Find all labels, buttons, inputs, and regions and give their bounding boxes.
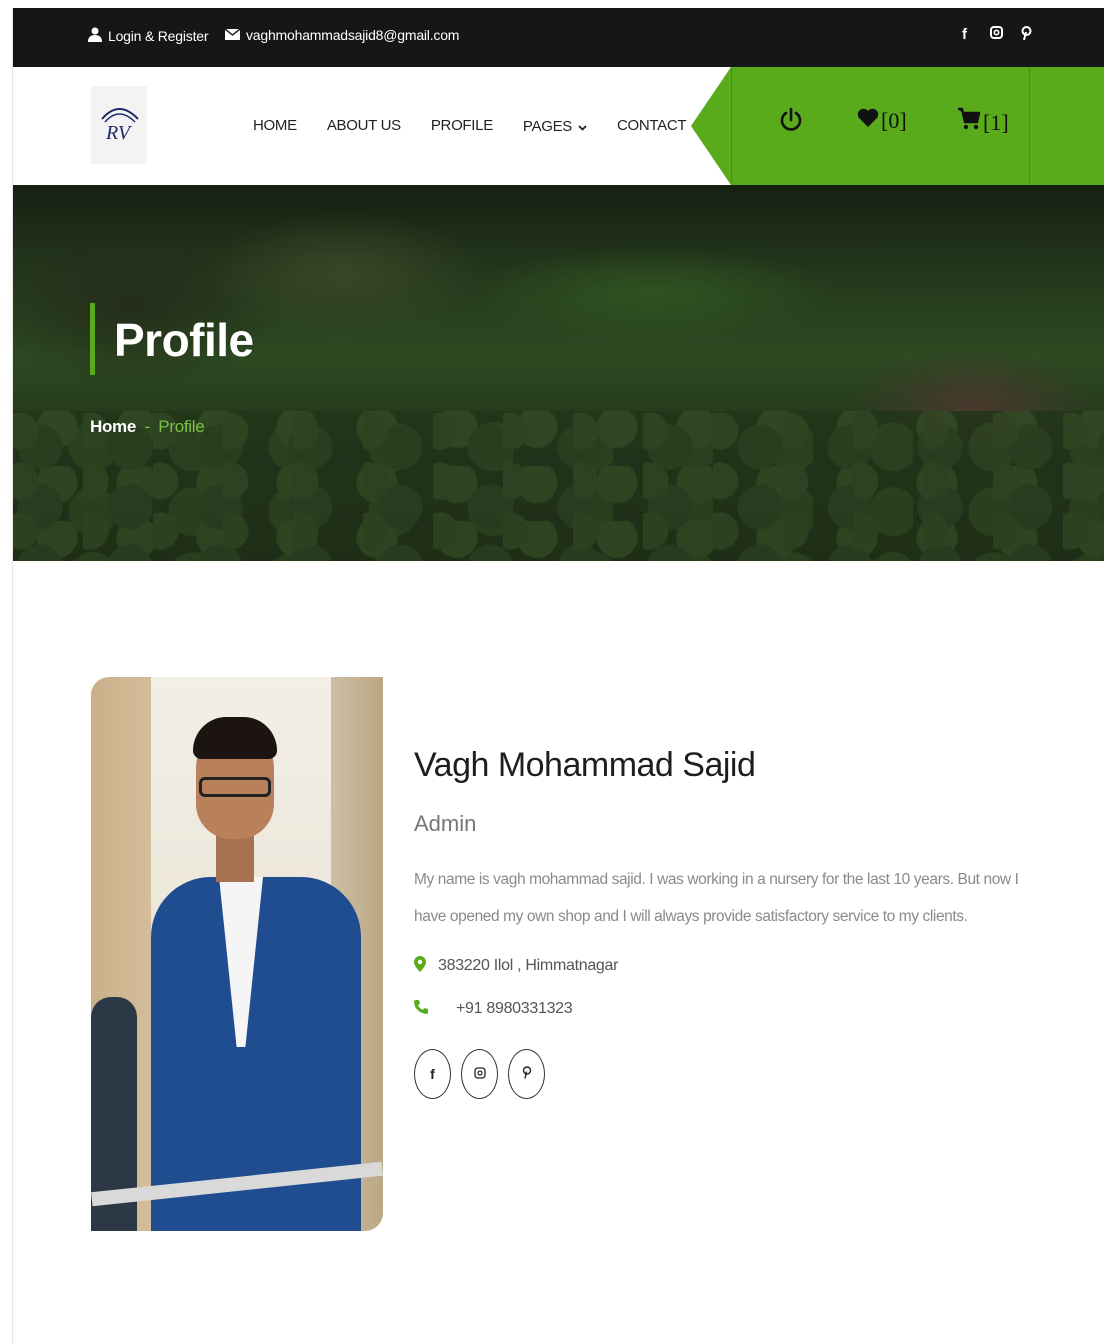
- nav-home[interactable]: HOME: [253, 115, 297, 135]
- top-bar: Login & Register vaghmohammadsajid8@gmai…: [13, 8, 1104, 67]
- profile-pinterest-button[interactable]: [508, 1049, 545, 1099]
- nav-menu: HOME ABOUT US PROFILE PAGES CONTACT: [253, 115, 716, 136]
- breadcrumb-current: Profile: [158, 417, 205, 436]
- nav-about-us[interactable]: ABOUT US: [327, 115, 401, 135]
- instagram-icon: [473, 1066, 486, 1082]
- pinterest-icon[interactable]: [1021, 26, 1032, 45]
- title-accent-bar: [90, 303, 95, 375]
- logout-button[interactable]: [779, 107, 803, 140]
- profile-name: Vagh Mohammad Sajid: [414, 746, 756, 784]
- logo-text: RV: [105, 122, 133, 144]
- chevron-down-icon: [578, 118, 587, 135]
- nav-profile-label: PROFILE: [430, 116, 493, 134]
- nav-contact-label: CONTACT: [617, 116, 687, 134]
- wishlist-button[interactable]: [0]: [857, 107, 907, 135]
- nav-pages[interactable]: PAGES: [523, 118, 587, 135]
- page-title: Profile: [114, 314, 254, 366]
- instagram-icon[interactable]: [990, 26, 1003, 43]
- profile-instagram-button[interactable]: [461, 1049, 498, 1099]
- nav-about-label: ABOUT US: [326, 116, 401, 134]
- address-text: 383220 Ilol , Himmatnagar: [438, 957, 619, 974]
- cart-icon: [957, 107, 981, 138]
- facebook-icon[interactable]: f: [962, 26, 967, 43]
- photo-glasses: [199, 777, 271, 797]
- breadcrumb-separator: -: [144, 417, 150, 436]
- breadcrumb: Home - Profile: [90, 417, 205, 437]
- page-banner: Profile Home - Profile: [13, 185, 1104, 561]
- nav-profile[interactable]: PROFILE: [431, 115, 493, 135]
- profile-photo: [91, 677, 383, 1231]
- facebook-icon: f: [430, 1066, 435, 1082]
- profile-phone: +91 8980331323: [414, 996, 1054, 1022]
- site-logo[interactable]: RV: [91, 86, 147, 164]
- site-frame: Login & Register vaghmohammadsajid8@gmai…: [12, 8, 1104, 1344]
- cart-count: [1]: [983, 109, 1009, 135]
- nav-action-panel: [0] [1]: [691, 67, 1104, 185]
- photo-neck: [216, 832, 254, 882]
- nav-pages-label: PAGES: [522, 118, 572, 135]
- profile-address: 383220 Ilol , Himmatnagar: [414, 953, 1054, 979]
- main-nav: RV HOME ABOUT US PROFILE PAGES CONTACT […: [13, 67, 1104, 185]
- envelope-icon: [224, 27, 241, 43]
- power-icon: [779, 107, 803, 140]
- wishlist-count: [0]: [881, 108, 907, 133]
- phone-icon: [414, 999, 438, 1019]
- email-text: vaghmohammadsajid8@gmail.com: [246, 27, 460, 43]
- divider: [1029, 67, 1030, 185]
- heart-icon: [857, 107, 879, 135]
- profile-facebook-button[interactable]: f: [414, 1049, 451, 1099]
- map-marker-icon: [414, 955, 438, 977]
- nav-home-label: HOME: [253, 116, 297, 134]
- user-icon: [88, 27, 102, 45]
- divider: [731, 67, 732, 185]
- phone-text[interactable]: +91 8980331323: [456, 1000, 573, 1018]
- login-register-link[interactable]: Login & Register: [88, 27, 209, 45]
- login-register-label: Login & Register: [108, 28, 209, 44]
- page: Login & Register vaghmohammadsajid8@gmai…: [0, 0, 1104, 1344]
- email-link[interactable]: vaghmohammadsajid8@gmail.com: [224, 27, 460, 43]
- pinterest-icon: [522, 1066, 532, 1082]
- banner-overlay: [13, 185, 1104, 561]
- profile-bio: My name is vagh mohammad sajid. I was wo…: [414, 871, 1019, 925]
- profile-social-links: f: [414, 1049, 1054, 1099]
- profile-info: Vagh Mohammad Sajid Admin My name is vag…: [414, 746, 1054, 1099]
- nav-contact[interactable]: CONTACT: [617, 115, 687, 135]
- cart-button[interactable]: [1]: [957, 107, 1009, 138]
- breadcrumb-home[interactable]: Home: [90, 417, 136, 436]
- profile-role: Admin: [414, 811, 477, 836]
